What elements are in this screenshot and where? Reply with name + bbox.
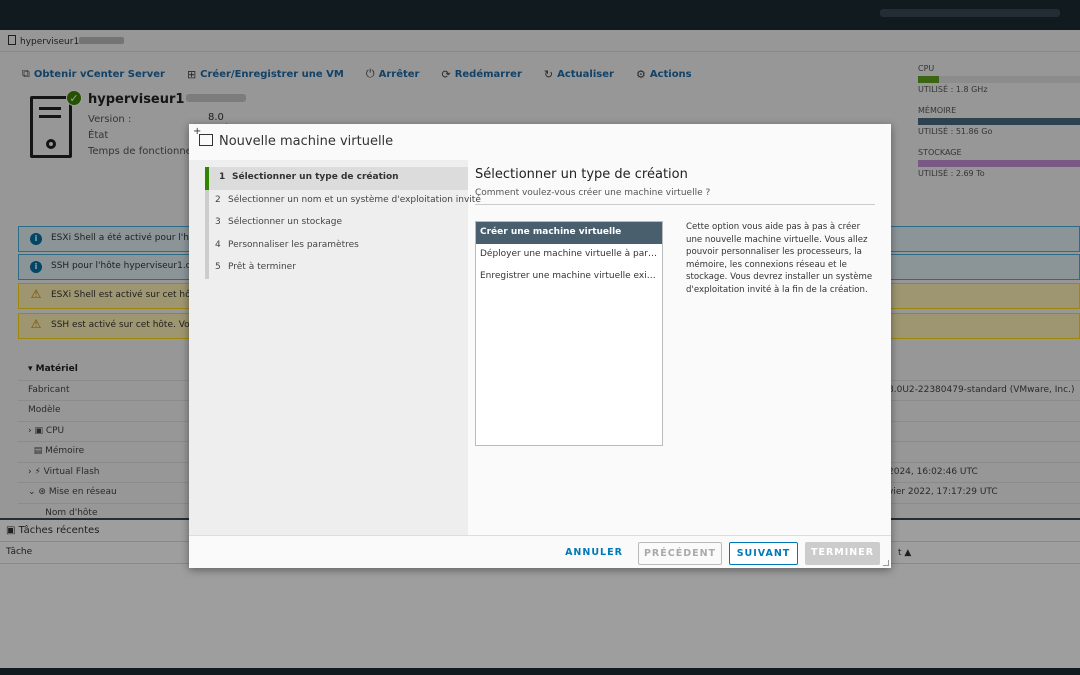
option-create-vm[interactable]: Créer une machine virtuelle — [476, 222, 662, 244]
step-4[interactable]: 4 Personnaliser les paramètres — [189, 235, 468, 258]
divider — [475, 204, 875, 205]
option-description: Cette option vous aide pas à pas à créer… — [686, 222, 873, 295]
new-vm-icon — [193, 126, 213, 146]
new-vm-wizard: Nouvelle machine virtuelle 1Sélectionner… — [189, 124, 891, 568]
step-subheading: Comment voulez-vous créer une machine vi… — [475, 188, 711, 198]
wizard-content: Sélectionner un type de création Comment… — [468, 160, 891, 535]
resize-handle[interactable] — [883, 560, 889, 566]
step-1[interactable]: 1 Sélectionner un type de création — [205, 167, 468, 190]
next-button[interactable]: SUIVANT — [729, 542, 798, 565]
wizard-footer: ANNULER PRÉCÉDENT SUIVANT TERMINER — [189, 535, 891, 568]
step-3[interactable]: 3 Sélectionner un stockage — [189, 212, 468, 235]
step-5[interactable]: 5 Prêt à terminer — [189, 257, 468, 280]
previous-button[interactable]: PRÉCÉDENT — [638, 542, 722, 565]
step-heading: Sélectionner un type de création — [475, 167, 688, 182]
wizard-steps: 1 Sélectionner un type de création 2 Sélec… — [189, 160, 481, 535]
cancel-button[interactable]: ANNULER — [559, 542, 629, 565]
wizard-header: Nouvelle machine virtuelle — [189, 124, 891, 160]
wizard-title: Nouvelle machine virtuelle — [219, 134, 394, 149]
finish-button[interactable]: TERMINER — [805, 542, 880, 565]
step-2[interactable]: 2 Sélectionner un nom et un système d'exp… — [189, 190, 481, 213]
option-register-vm[interactable]: Enregistrer une machine virtuelle exista… — [476, 266, 662, 288]
creation-type-list: Créer une machine virtuelle Déployer une… — [475, 221, 663, 446]
option-deploy-ovf[interactable]: Déployer une machine virtuelle à partir … — [476, 244, 662, 266]
